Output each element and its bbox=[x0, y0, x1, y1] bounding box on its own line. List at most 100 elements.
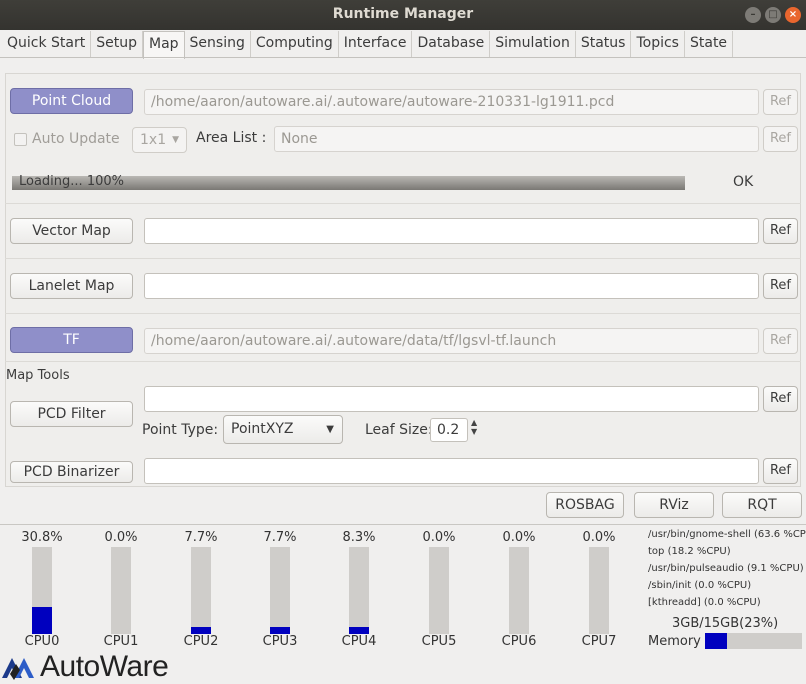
pcd-filter-button[interactable]: PCD Filter bbox=[10, 401, 133, 427]
cpu-percent: 7.7% bbox=[184, 530, 218, 545]
autoware-logo-text: AutoWare bbox=[40, 650, 169, 683]
divider bbox=[5, 313, 801, 314]
vector-map-ref-button[interactable]: Ref bbox=[763, 218, 798, 244]
cpu-bar-fill bbox=[349, 626, 369, 634]
pcd-filter-ref-button[interactable]: Ref bbox=[763, 386, 798, 412]
pcd-binarizer-path-field[interactable] bbox=[144, 458, 759, 484]
tab-simulation[interactable]: Simulation bbox=[490, 31, 576, 57]
cpu-name: CPU7 bbox=[581, 634, 617, 649]
tab-bar: Quick Start Setup Map Sensing Computing Inter… bbox=[2, 31, 734, 59]
memory-label: Memory bbox=[648, 634, 701, 649]
cpu-bar bbox=[509, 547, 529, 634]
progress-text: Loading... 100% bbox=[19, 174, 124, 189]
cpu-name: CPU5 bbox=[421, 634, 457, 649]
minimize-icon[interactable]: – bbox=[745, 7, 761, 23]
cpu-bar bbox=[270, 547, 290, 634]
cpu-meter: 0.0% CPU1 bbox=[91, 530, 151, 649]
rosbag-button[interactable]: ROSBAG bbox=[546, 492, 624, 518]
cpu-percent: 0.0% bbox=[502, 530, 536, 545]
tab-status[interactable]: Status bbox=[576, 31, 632, 57]
tab-database[interactable]: Database bbox=[412, 31, 491, 57]
cpu-name: CPU1 bbox=[103, 634, 139, 649]
auto-update-label: Auto Update bbox=[32, 131, 120, 147]
cpu-percent: 0.0% bbox=[104, 530, 138, 545]
lanelet-map-button[interactable]: Lanelet Map bbox=[10, 273, 133, 299]
tf-button[interactable]: TF bbox=[10, 327, 133, 353]
cpu-name: CPU4 bbox=[341, 634, 377, 649]
pcd-binarizer-ref-button[interactable]: Ref bbox=[763, 458, 798, 484]
tab-computing[interactable]: Computing bbox=[251, 31, 339, 57]
cpu-name: CPU0 bbox=[24, 634, 60, 649]
cpu-meter: 7.7% CPU2 bbox=[171, 530, 231, 649]
point-cloud-path-field[interactable]: /home/aaron/autoware.ai/.autoware/autowa… bbox=[144, 89, 759, 115]
cpu-meter: 0.0% CPU7 bbox=[569, 530, 629, 649]
cpu-bar-fill bbox=[270, 627, 290, 634]
cpu-percent: 7.7% bbox=[263, 530, 297, 545]
point-cloud-ref-button[interactable]: Ref bbox=[763, 89, 798, 115]
process-item: [kthreadd] (0.0 %CPU) bbox=[648, 597, 761, 608]
vector-map-path-field[interactable] bbox=[144, 218, 759, 244]
cpu-meter: 0.0% CPU5 bbox=[409, 530, 469, 649]
tab-divider bbox=[0, 57, 806, 58]
cpu-meter: 8.3% CPU4 bbox=[329, 530, 389, 649]
cpu-percent: 0.0% bbox=[582, 530, 616, 545]
map-tools-label: Map Tools bbox=[6, 368, 70, 383]
area-list-field[interactable]: None bbox=[274, 126, 759, 152]
cpu-meter: 30.8% CPU0 bbox=[12, 530, 72, 649]
rviz-button[interactable]: RViz bbox=[634, 492, 714, 518]
area-list-ref-button[interactable]: Ref bbox=[763, 126, 798, 152]
close-icon[interactable]: × bbox=[785, 7, 801, 23]
process-item: /usr/bin/gnome-shell (63.6 %CPU) bbox=[648, 529, 806, 540]
point-type-select[interactable]: PointXYZ ▼ bbox=[223, 415, 343, 444]
tab-setup[interactable]: Setup bbox=[91, 31, 143, 57]
tab-interface[interactable]: Interface bbox=[339, 31, 413, 57]
area-list-label: Area List : bbox=[196, 130, 267, 146]
cpu-percent: 8.3% bbox=[342, 530, 376, 545]
pcd-filter-path-field[interactable] bbox=[144, 386, 759, 412]
chevron-down-icon: ▼ bbox=[326, 424, 334, 435]
tf-ref-button[interactable]: Ref bbox=[763, 328, 798, 354]
cpu-meter: 0.0% CPU6 bbox=[489, 530, 549, 649]
auto-update-checkbox[interactable] bbox=[14, 133, 27, 146]
load-status: OK bbox=[733, 174, 754, 190]
divider bbox=[5, 258, 801, 259]
tab-topics[interactable]: Topics bbox=[631, 31, 685, 57]
divider bbox=[0, 524, 806, 525]
chevron-up-icon[interactable]: ▲ bbox=[471, 418, 477, 427]
tf-path-field[interactable]: /home/aaron/autoware.ai/.autoware/data/t… bbox=[144, 328, 759, 354]
chevron-down-icon[interactable]: ▼ bbox=[471, 427, 477, 436]
process-item: /usr/bin/pulseaudio (9.1 %CPU) bbox=[648, 563, 804, 574]
cpu-bar bbox=[32, 547, 52, 634]
process-item: /sbin/init (0.0 %CPU) bbox=[648, 580, 752, 591]
maximize-icon[interactable]: □ bbox=[765, 7, 781, 23]
chevron-down-icon: ▼ bbox=[172, 135, 179, 145]
leaf-size-stepper[interactable]: ▲ ▼ bbox=[471, 418, 477, 436]
title-bar: Runtime Manager – □ × bbox=[0, 0, 806, 30]
cpu-percent: 30.8% bbox=[21, 530, 63, 545]
cpu-name: CPU2 bbox=[183, 634, 219, 649]
window-title: Runtime Manager bbox=[332, 6, 474, 22]
cpu-bar-fill bbox=[191, 627, 211, 634]
point-cloud-button[interactable]: Point Cloud bbox=[10, 88, 133, 114]
divider bbox=[5, 203, 801, 204]
leaf-size-input[interactable]: 0.2 bbox=[430, 418, 468, 442]
tab-state[interactable]: State bbox=[685, 31, 734, 57]
cpu-bar-fill bbox=[32, 607, 52, 634]
memory-bar bbox=[705, 633, 802, 649]
tab-map[interactable]: Map bbox=[143, 31, 185, 59]
pcd-binarizer-button[interactable]: PCD Binarizer bbox=[10, 461, 133, 483]
memory-usage-text: 3GB/15GB(23%) bbox=[672, 616, 779, 631]
cpu-bar bbox=[429, 547, 449, 634]
tab-quick-start[interactable]: Quick Start bbox=[2, 31, 92, 57]
divider bbox=[5, 361, 801, 362]
grid-select[interactable]: 1x1 ▼ bbox=[132, 127, 187, 153]
autoware-logo-icon bbox=[2, 658, 34, 680]
vector-map-button[interactable]: Vector Map bbox=[10, 218, 133, 244]
lanelet-map-path-field[interactable] bbox=[144, 273, 759, 299]
lanelet-map-ref-button[interactable]: Ref bbox=[763, 273, 798, 299]
rqt-button[interactable]: RQT bbox=[722, 492, 802, 518]
tab-sensing[interactable]: Sensing bbox=[185, 31, 251, 57]
autoware-logo: AutoWare bbox=[2, 650, 169, 684]
cpu-bar bbox=[191, 547, 211, 634]
loading-progress-bar: Loading... 100% bbox=[12, 174, 685, 190]
